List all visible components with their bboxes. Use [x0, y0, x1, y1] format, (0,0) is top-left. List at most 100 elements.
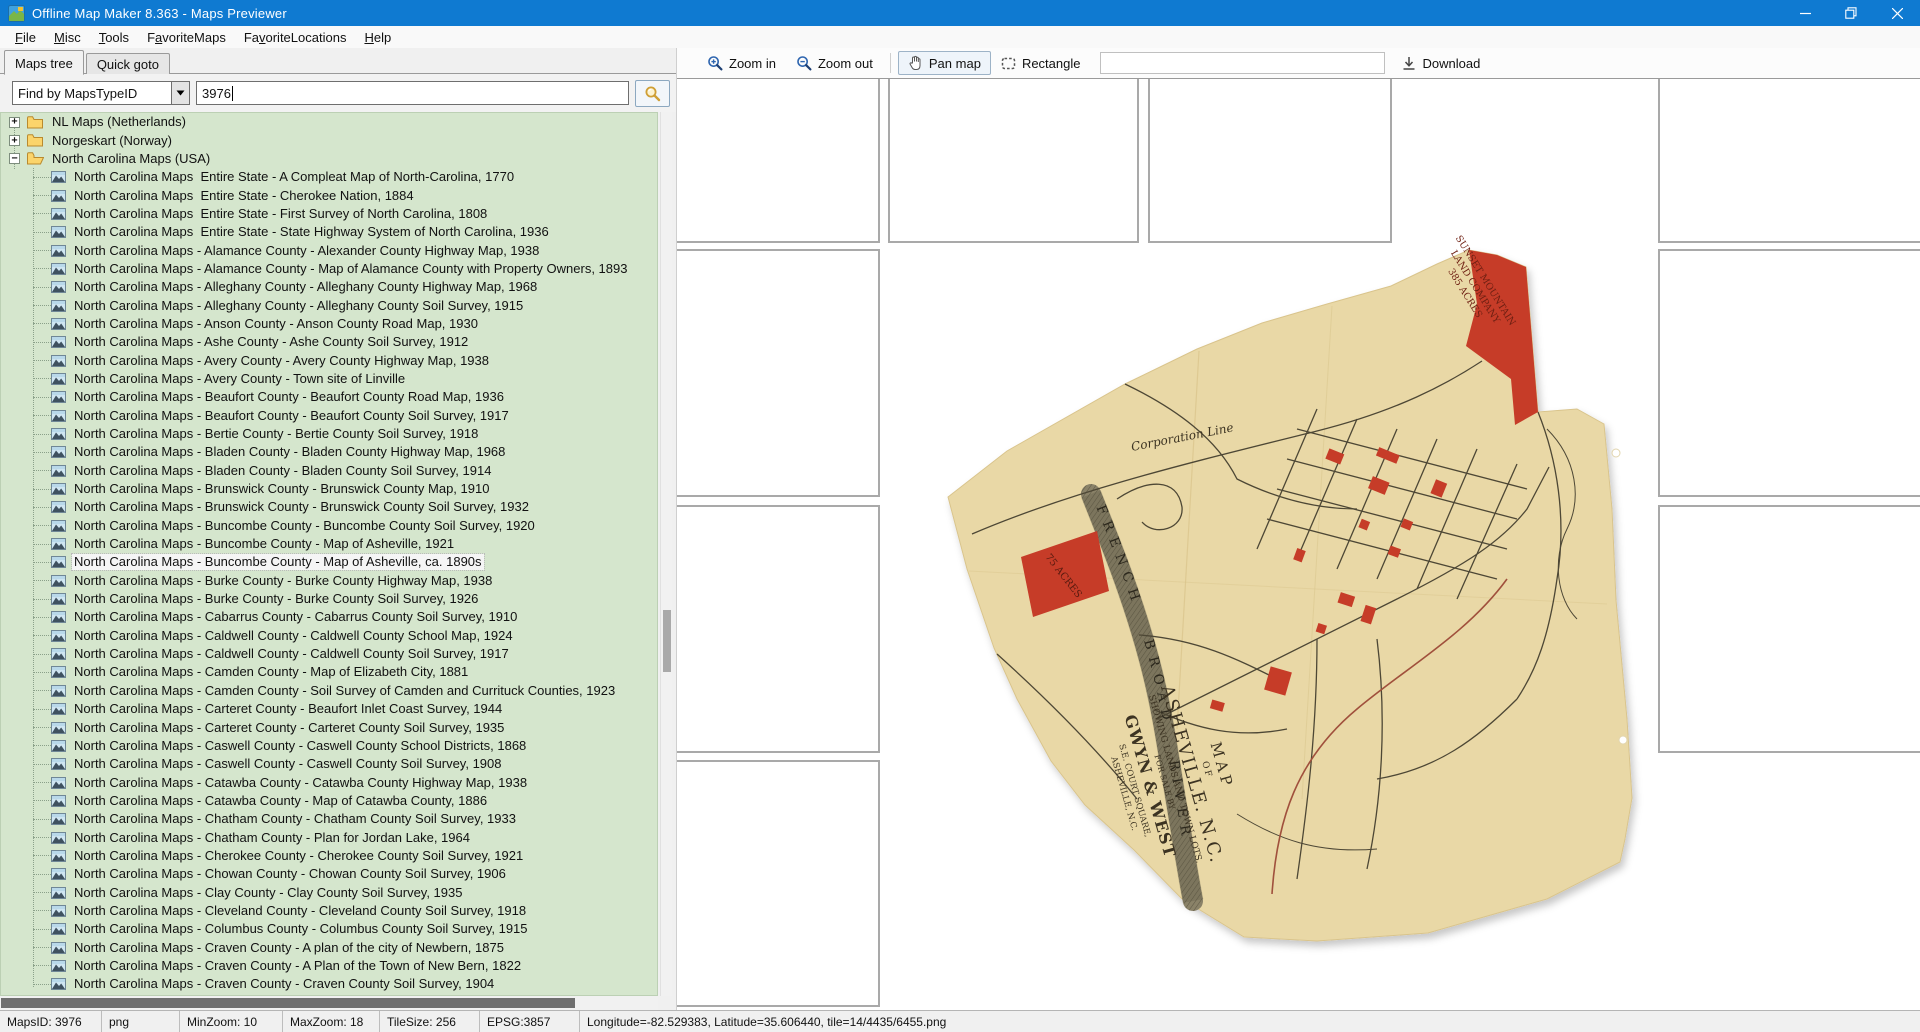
tree-connector — [33, 378, 51, 379]
tree-item[interactable]: North Carolina Maps - Chowan County - Ch… — [1, 865, 657, 883]
tree-item[interactable]: North Carolina Maps Entire State - A Com… — [1, 168, 657, 186]
menu-help[interactable]: Help — [355, 28, 400, 47]
tree-item[interactable]: North Carolina Maps - Clay County - Clay… — [1, 883, 657, 901]
tree-item[interactable]: North Carolina Maps Entire State - Chero… — [1, 186, 657, 204]
tree-item[interactable]: North Carolina Maps - Craven County - Cr… — [1, 975, 657, 993]
tree-item[interactable]: North Carolina Maps - Bertie County - Be… — [1, 425, 657, 443]
map-item-icon — [51, 648, 66, 660]
tree-folder-row[interactable]: + NL Maps (Netherlands) — [1, 113, 657, 131]
map-item-icon — [51, 758, 66, 770]
menu-favoritelocations[interactable]: FavoriteLocations — [235, 28, 356, 47]
map-item-icon — [51, 740, 66, 752]
map-item-icon — [51, 813, 66, 825]
rectangle-select-icon — [1001, 57, 1016, 70]
folder-icon — [27, 152, 44, 165]
tree-item[interactable]: North Carolina Maps - Cabarrus County - … — [1, 608, 657, 626]
tree-vertical-scrollbar[interactable] — [660, 112, 672, 996]
tree-item[interactable]: North Carolina Maps - Bladen County - Bl… — [1, 443, 657, 461]
tree-item[interactable]: North Carolina Maps - Alleghany County -… — [1, 278, 657, 296]
tree-connector — [33, 782, 51, 783]
tree-connector — [33, 672, 51, 673]
tree-item[interactable]: North Carolina Maps - Catawba County - M… — [1, 792, 657, 810]
tree-item[interactable]: North Carolina Maps - Buncombe County - … — [1, 535, 657, 553]
tree-item[interactable]: North Carolina Maps - Caswell County - C… — [1, 755, 657, 773]
menu-misc[interactable]: Misc — [45, 28, 90, 47]
minimize-button[interactable] — [1782, 0, 1828, 26]
pan-map-button[interactable]: Pan map — [898, 51, 991, 75]
title-bar: Offline Map Maker 8.363 - Maps Previewer — [0, 0, 1920, 26]
search-input[interactable]: 3976 — [196, 81, 629, 105]
tree-item[interactable]: North Carolina Maps - Brunswick County -… — [1, 498, 657, 516]
tree-item[interactable]: North Carolina Maps - Avery County - Tow… — [1, 370, 657, 388]
tree-item[interactable]: North Carolina Maps - Chatham County - P… — [1, 828, 657, 846]
tree-item[interactable]: North Carolina Maps - Craven County - A … — [1, 938, 657, 956]
map-item-icon — [51, 832, 66, 844]
tree-item[interactable]: North Carolina Maps - Camden County - So… — [1, 682, 657, 700]
menu-file[interactable]: File — [6, 28, 45, 47]
tree-item[interactable]: North Carolina Maps - Camden County - Ma… — [1, 663, 657, 681]
tree-item[interactable]: North Carolina Maps - Chatham County - C… — [1, 810, 657, 828]
restore-button[interactable] — [1828, 0, 1874, 26]
tree-item[interactable]: North Carolina Maps - Beaufort County - … — [1, 388, 657, 406]
tree-item-selected[interactable]: North Carolina Maps - Buncombe County - … — [1, 553, 657, 571]
tree-item[interactable]: North Carolina Maps - Columbus County - … — [1, 920, 657, 938]
status-maps-id: MapsID: 3976 — [0, 1011, 102, 1032]
tree-item[interactable]: North Carolina Maps - Cleveland County -… — [1, 902, 657, 920]
tree-item[interactable]: North Carolina Maps - Brunswick County -… — [1, 480, 657, 498]
tree-item[interactable]: North Carolina Maps - Burke County - Bur… — [1, 572, 657, 590]
tab-maps-tree[interactable]: Maps tree — [4, 50, 84, 75]
tree-connector — [33, 544, 51, 545]
toolbar-text-input[interactable] — [1100, 52, 1385, 74]
tree-expander[interactable]: − — [9, 153, 20, 164]
tree-item[interactable]: North Carolina Maps - Craven County - A … — [1, 957, 657, 975]
zoom-in-button[interactable]: Zoom in — [697, 51, 786, 75]
map-item-icon — [51, 355, 66, 367]
tab-quick-goto[interactable]: Quick goto — [86, 53, 170, 74]
tree-item[interactable]: North Carolina Maps - Cherokee County - … — [1, 847, 657, 865]
tree-item[interactable]: North Carolina Maps - Alamance County - … — [1, 241, 657, 259]
tree-connector — [33, 727, 51, 728]
status-tile-size: TileSize: 256 — [380, 1011, 480, 1032]
close-button[interactable] — [1874, 0, 1920, 26]
tree-item[interactable]: North Carolina Maps - Avery County - Ave… — [1, 351, 657, 369]
search-input-value: 3976 — [202, 86, 231, 101]
rectangle-button[interactable]: Rectangle — [991, 52, 1091, 75]
map-item-icon — [51, 263, 66, 275]
tree-item[interactable]: North Carolina Maps - Caldwell County - … — [1, 645, 657, 663]
scrollbar-thumb[interactable] — [1, 998, 575, 1008]
tree-item[interactable]: North Carolina Maps - Anson County - Ans… — [1, 315, 657, 333]
tree-item[interactable]: North Carolina Maps - Catawba County - C… — [1, 773, 657, 791]
tree-item[interactable]: North Carolina Maps - Buncombe County - … — [1, 517, 657, 535]
punch-hole — [1612, 449, 1620, 457]
map-item-icon — [51, 960, 66, 972]
tree-expander[interactable]: + — [9, 135, 20, 146]
tree-item[interactable]: North Carolina Maps - Ashe County - Ashe… — [1, 333, 657, 351]
tree-item[interactable]: North Carolina Maps - Burke County - Bur… — [1, 590, 657, 608]
tree-item[interactable]: North Carolina Maps Entire State - State… — [1, 223, 657, 241]
search-button[interactable] — [635, 80, 670, 107]
scrollbar-thumb[interactable] — [663, 610, 671, 672]
tree-expander[interactable]: + — [9, 117, 20, 128]
tree-item[interactable]: North Carolina Maps Entire State - First… — [1, 205, 657, 223]
dropdown-arrow-button[interactable] — [171, 82, 189, 104]
tree-item[interactable]: North Carolina Maps - Caldwell County - … — [1, 627, 657, 645]
zoom-out-button[interactable]: Zoom out — [786, 51, 883, 75]
menu-favoritemaps[interactable]: FavoriteMaps — [138, 28, 235, 47]
tree-folder-row[interactable]: + Norgeskart (Norway) — [1, 131, 657, 149]
find-by-dropdown[interactable]: Find by MapsTypeID — [12, 81, 190, 105]
tree-item[interactable]: North Carolina Maps - Beaufort County - … — [1, 407, 657, 425]
tree-horizontal-scrollbar[interactable] — [0, 996, 658, 1010]
tree-item[interactable]: North Carolina Maps - Alamance County - … — [1, 260, 657, 278]
tree-item[interactable]: North Carolina Maps - Alleghany County -… — [1, 296, 657, 314]
menu-tools[interactable]: Tools — [90, 28, 138, 47]
tree-item[interactable]: North Carolina Maps - Carteret County - … — [1, 700, 657, 718]
tree-item[interactable]: North Carolina Maps - Carteret County - … — [1, 718, 657, 736]
map-view[interactable]: Corporation Line FRENCH BROAD RIVER SUNS… — [677, 78, 1920, 1010]
download-button[interactable]: Download — [1393, 53, 1489, 74]
tree-item[interactable]: North Carolina Maps - Caswell County - C… — [1, 737, 657, 755]
tree-connector — [33, 250, 51, 251]
map-item-icon — [51, 538, 66, 550]
tree-connector — [33, 984, 51, 985]
tree-folder-row-open[interactable]: − North Carolina Maps (USA) — [1, 150, 657, 168]
tree-item[interactable]: North Carolina Maps - Bladen County - Bl… — [1, 462, 657, 480]
